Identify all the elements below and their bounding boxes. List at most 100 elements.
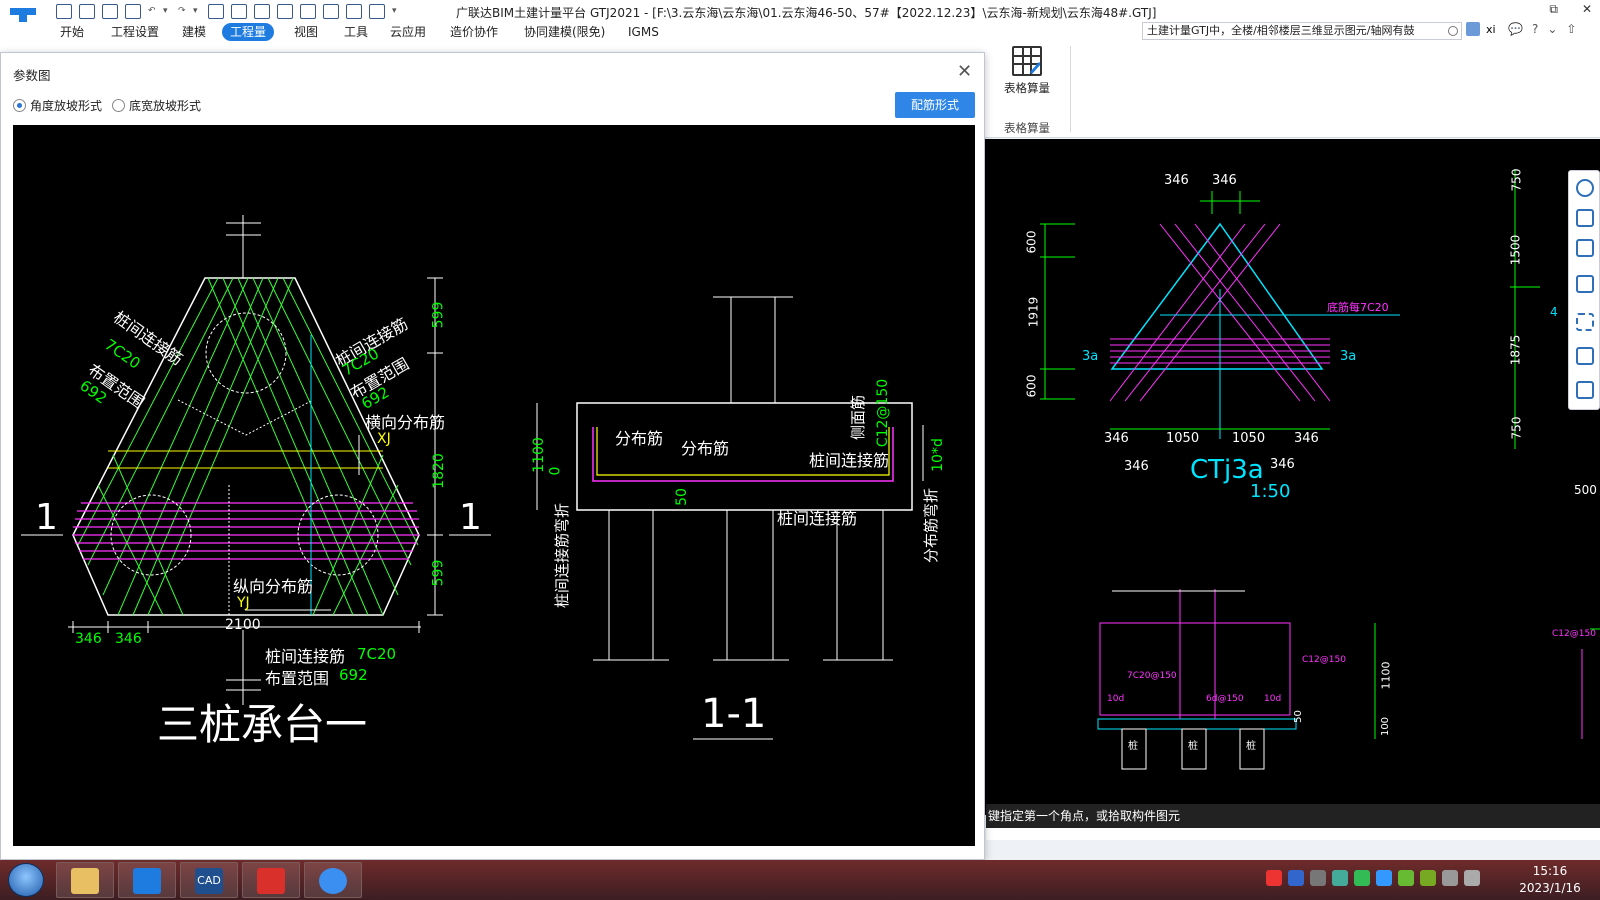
radio-width-slope-label[interactable]: 底宽放坡形式: [129, 97, 201, 114]
undo-icon[interactable]: ↶: [148, 7, 156, 16]
menu-collab-modeling[interactable]: 协同建模(限免): [516, 23, 613, 41]
upload-icon[interactable]: [56, 3, 72, 19]
menu-tools[interactable]: 工具: [336, 23, 376, 41]
radio-angle-slope[interactable]: [13, 99, 26, 112]
slope-mode-radio-group: 角度放坡形式 底宽放坡形式: [13, 97, 211, 114]
restore-button[interactable]: ⧉: [1549, 2, 1558, 17]
table-calc-label: 表格算量: [1004, 81, 1050, 95]
close-window-button[interactable]: ✕: [1582, 2, 1592, 17]
window-title: 广联达BIM土建计量平台 GTJ2021 - [F:\3.云东海\云东海\01.…: [456, 6, 1157, 20]
side-bar-label: 侧面筋: [849, 394, 868, 441]
3d-view-icon[interactable]: [1576, 209, 1594, 227]
dim-1820: 1820: [430, 453, 447, 489]
network-icon[interactable]: [1332, 870, 1348, 886]
tie-bar-label-section: 桩间连接筋: [809, 451, 890, 470]
nvidia-icon[interactable]: [1420, 870, 1436, 886]
box-icon[interactable]: [1576, 275, 1594, 293]
dist-bend-label: 分布筋弯折: [922, 487, 941, 564]
cube-icon[interactable]: [1576, 239, 1594, 257]
menu-modeling[interactable]: 建模: [174, 23, 214, 41]
draw-icon[interactable]: [300, 3, 316, 19]
fullscreen-icon[interactable]: [1576, 313, 1594, 331]
menu-igms[interactable]: IGMS: [620, 23, 667, 41]
cad-dim-750-b: 750: [1509, 416, 1524, 440]
dim-346-b: 346: [115, 631, 142, 647]
cad-dim-100: 100: [1380, 716, 1392, 737]
cad-pile-2: 桩: [1188, 741, 1198, 752]
help-tray-icon[interactable]: [1288, 870, 1304, 886]
menu-home[interactable]: 开始: [52, 23, 92, 41]
cad-dim-1050-b: 1050: [1232, 431, 1266, 446]
volume-icon[interactable]: [1464, 870, 1480, 886]
xj-label: XJ: [377, 431, 391, 447]
title-bar: ↶ ▾ ↷ ▾ ▾ 广联达BIM土建计量平台 GTJ2021 - [F:\3.云…: [0, 0, 1600, 35]
close-icon[interactable]: ✕: [957, 61, 972, 82]
upgrade-icon[interactable]: ⇧: [1566, 22, 1576, 36]
menu-cloud[interactable]: 云应用: [382, 23, 434, 41]
menu-view[interactable]: 视图: [286, 23, 326, 41]
list-settings-icon[interactable]: [1576, 381, 1594, 399]
help-icon[interactable]: ?: [1532, 22, 1538, 36]
cad-dim-346-c: 346: [1104, 431, 1129, 446]
orbit-icon[interactable]: [1576, 179, 1594, 197]
rebar-config-button[interactable]: 配筋形式: [895, 92, 975, 118]
cad-pile-3: 桩: [1246, 741, 1256, 752]
taskbar-qq[interactable]: [304, 862, 362, 898]
layer-icon[interactable]: [277, 3, 293, 19]
search-icon[interactable]: [1448, 26, 1458, 36]
new-file-icon[interactable]: [79, 3, 95, 19]
isometric-icon[interactable]: [1576, 347, 1594, 365]
undo-dropdown-icon[interactable]: ▾: [163, 7, 171, 16]
sum-icon[interactable]: [208, 3, 224, 19]
redo-dropdown-icon[interactable]: ▾: [193, 7, 201, 16]
cad-c6-label: 6d@150: [1206, 694, 1244, 704]
command-prompt: 键指定第一个角点，或拾取构件图元: [986, 804, 1600, 828]
redo-icon[interactable]: ↷: [178, 7, 186, 16]
parameter-diagram-dialog: 参数图 ✕ 角度放坡形式 底宽放坡形式 配筋形式 1 1 桩间连接筋 7C20 …: [0, 52, 985, 860]
sogou-icon[interactable]: [1266, 870, 1282, 886]
user-area[interactable]: xi: [1466, 22, 1496, 36]
taskbar-gtj[interactable]: [118, 862, 176, 898]
frame-icon[interactable]: [346, 3, 362, 19]
display-icon[interactable]: [1442, 870, 1458, 886]
user-name[interactable]: xi: [1486, 23, 1496, 36]
customize-dropdown-icon[interactable]: ▾: [392, 7, 400, 16]
help-dropdown-icon[interactable]: ⌄: [1547, 22, 1557, 36]
search-input[interactable]: 土建计量GTJ中，全楼/相邻楼层三维显示图元/轴网有鼓: [1142, 22, 1462, 40]
cad-dim-346-d: 346: [1294, 431, 1319, 446]
taskbar-explorer[interactable]: [56, 862, 114, 898]
radio-angle-slope-label[interactable]: 角度放坡形式: [30, 97, 102, 114]
taskbar: CAD 15:16 2023/1/16: [0, 860, 1600, 900]
ruler-icon[interactable]: [323, 3, 339, 19]
parameter-diagram: 1 1 桩间连接筋 7C20 布置范围 692 桩间连接筋 7C20 布置范围 …: [13, 125, 975, 846]
open-folder-icon[interactable]: [102, 3, 118, 19]
avatar[interactable]: [1466, 22, 1480, 36]
clock-date: 2023/1/16: [1519, 881, 1581, 895]
menu-cost-collab[interactable]: 造价协作: [442, 23, 506, 41]
save-icon[interactable]: [125, 3, 141, 19]
taskbar-wps[interactable]: [242, 862, 300, 898]
layout-value-bottom: 692: [339, 666, 368, 684]
start-button[interactable]: [8, 863, 44, 897]
grid-icon[interactable]: [254, 3, 270, 19]
window-controls: ⧉ ✕: [1549, 2, 1592, 17]
feedback-icon[interactable]: 💬: [1508, 22, 1523, 36]
dim-599-bottom: 599: [430, 559, 447, 587]
tie-bar-spec-bottom: 7C20: [357, 645, 397, 663]
cad-dim-1100: 1100: [1379, 661, 1393, 690]
cad-dim-346-f: 346: [1270, 457, 1295, 472]
report-icon[interactable]: [231, 3, 247, 19]
sync-icon[interactable]: [369, 3, 385, 19]
menu-quantities[interactable]: 工程量: [222, 23, 275, 41]
qq-icon: [319, 868, 347, 894]
radio-width-slope[interactable]: [112, 99, 126, 112]
menu-project-settings[interactable]: 工程设置: [103, 23, 167, 41]
clock[interactable]: 15:16 2023/1/16: [1510, 863, 1590, 897]
taskbar-cad[interactable]: CAD: [180, 862, 238, 898]
check-icon[interactable]: [1398, 870, 1414, 886]
wechat-icon[interactable]: [1354, 870, 1370, 886]
shield-icon[interactable]: [1376, 870, 1392, 886]
table-calc-button[interactable]: 表格算量: [996, 46, 1058, 106]
status-ruler: [986, 828, 1600, 840]
tray-arrow-icon[interactable]: [1310, 870, 1326, 886]
